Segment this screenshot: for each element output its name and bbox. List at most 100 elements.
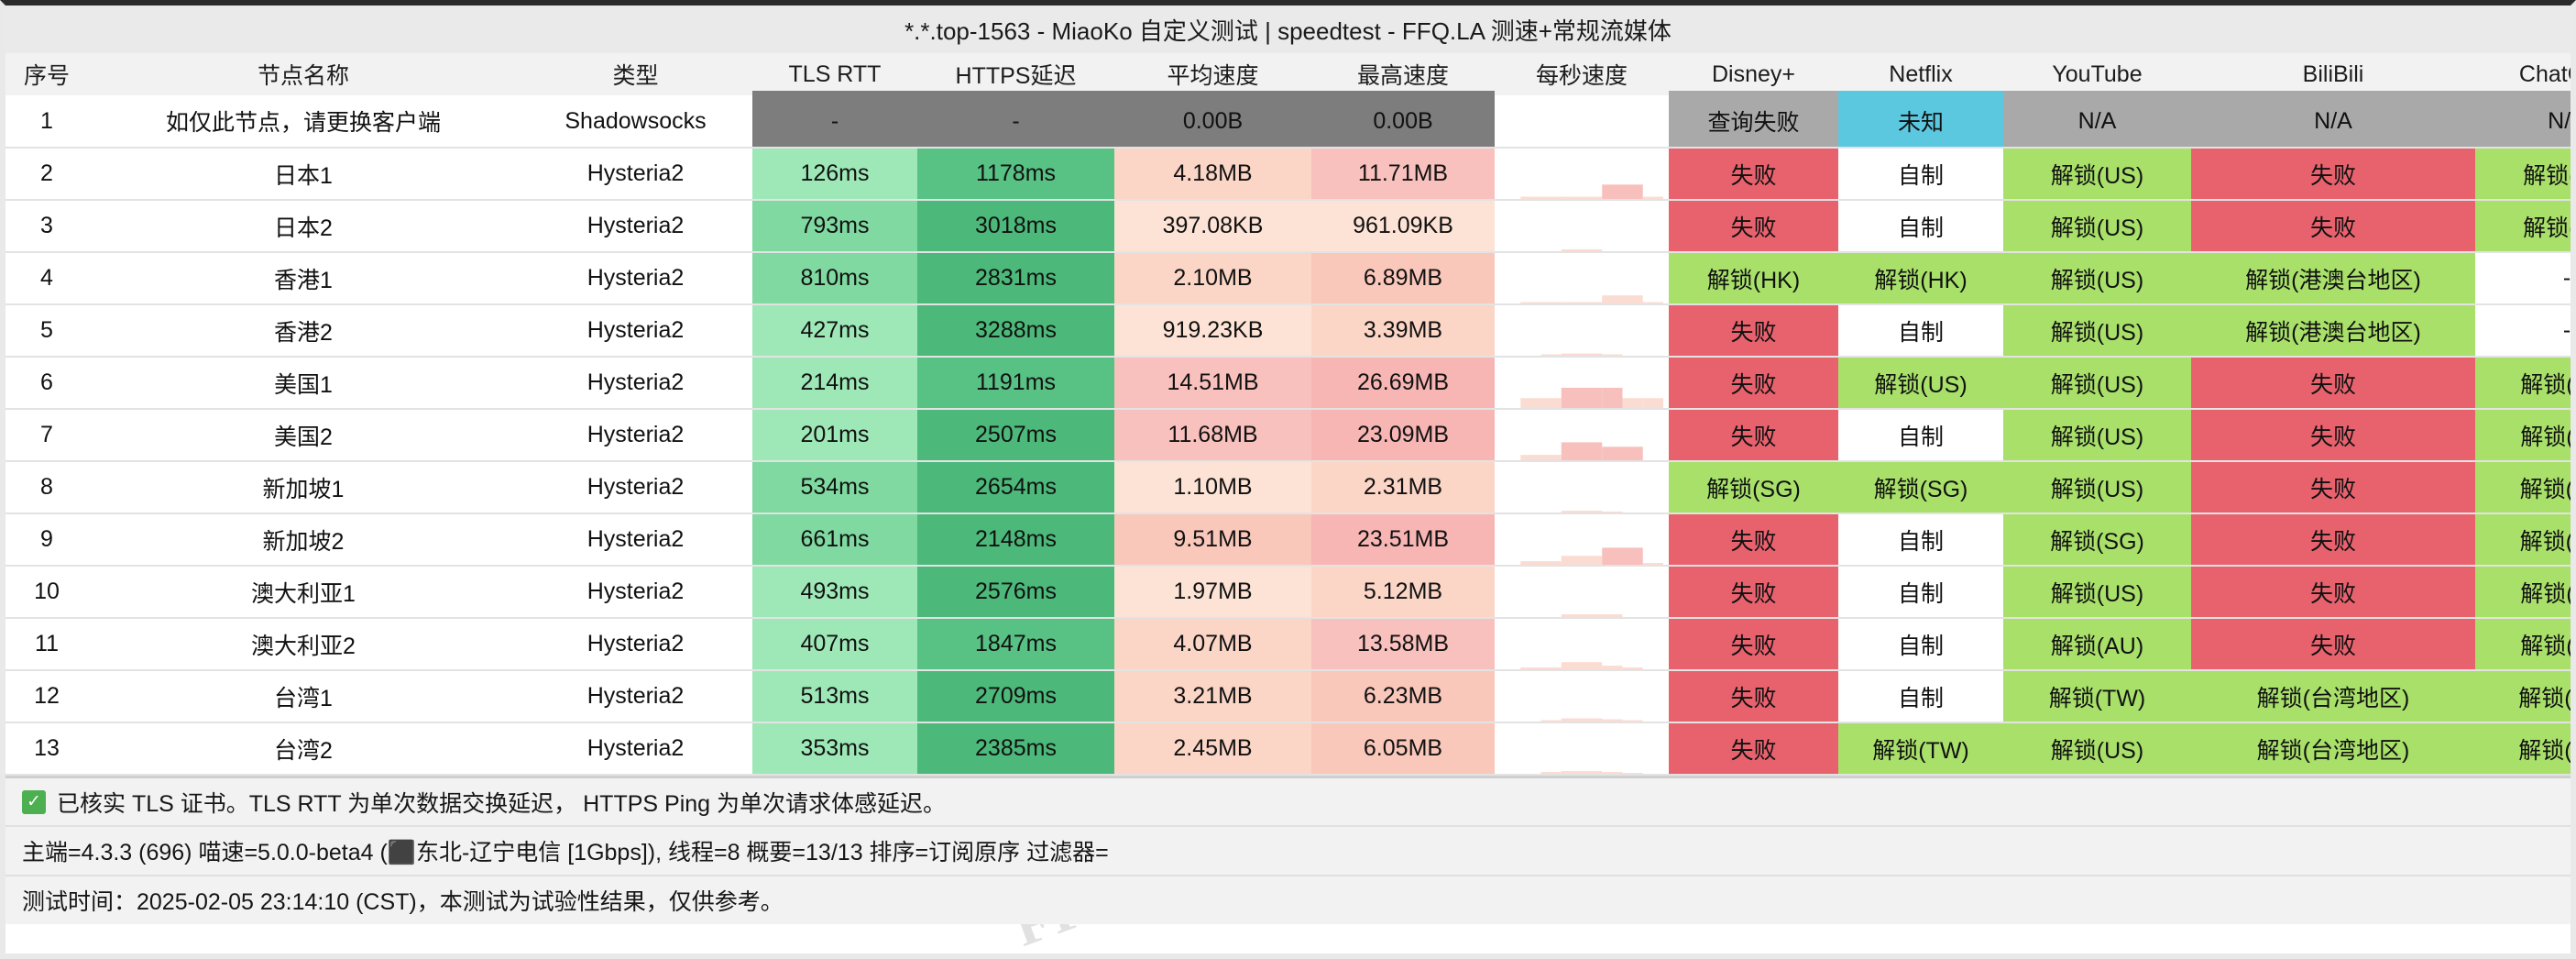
cell-index: 13 [5, 722, 88, 776]
per-second-sparkline [1500, 96, 1663, 147]
cell-chatgpt: 解锁(TW) [2475, 670, 2571, 723]
column-header-disney[interactable]: Disney+ [1669, 53, 1838, 95]
column-header-youtube[interactable]: YouTube [2003, 53, 2191, 95]
cell-https-latency: 3018ms [917, 200, 1114, 253]
cell-https-latency: 2709ms [917, 670, 1114, 723]
column-header-max-speed[interactable]: 最高速度 [1311, 53, 1495, 95]
cell-bilibili: 失败 [2191, 461, 2475, 514]
cell-https-latency: 2385ms [917, 722, 1114, 776]
cell-per-second-sparkline [1495, 148, 1669, 201]
cell-netflix: 解锁(TW) [1838, 722, 2003, 776]
cell-netflix: 自制 [1838, 304, 2003, 358]
cell-chatgpt: - [2475, 252, 2571, 305]
cell-node-name: 美国1 [88, 357, 519, 410]
cell-node-name: 澳大利亚1 [88, 566, 519, 619]
cell-per-second-sparkline [1495, 513, 1669, 567]
cell-index: 4 [5, 252, 88, 305]
cell-index: 12 [5, 670, 88, 723]
cell-max-speed: 3.39MB [1311, 304, 1495, 358]
cell-disney: 失败 [1669, 148, 1838, 201]
cell-disney: 解锁(SG) [1669, 461, 1838, 514]
cell-per-second-sparkline [1495, 95, 1669, 149]
cell-max-speed: 6.05MB [1311, 722, 1495, 776]
per-second-sparkline [1520, 547, 1663, 564]
cell-index: 2 [5, 148, 88, 201]
cell-bilibili: 失败 [2191, 513, 2475, 567]
per-second-sparkline [1561, 511, 1603, 512]
cell-youtube: 解锁(SG) [2003, 513, 2191, 567]
cell-disney: 查询失败 [1669, 95, 1838, 149]
table-row[interactable]: 12 台湾1 Hysteria2 513ms 2709ms 3.21MB 6.23MB 失败自… [5, 670, 2571, 723]
cell-node-name: 香港2 [88, 304, 519, 358]
cell-https-latency: 2507ms [917, 409, 1114, 462]
column-header-node-name[interactable]: 节点名称 [88, 53, 519, 95]
cell-index: 5 [5, 304, 88, 358]
cell-index: 10 [5, 566, 88, 619]
cell-bilibili: 失败 [2191, 566, 2475, 619]
per-second-sparkline [1540, 353, 1623, 355]
column-header-chatgpt[interactable]: ChatGPT [2475, 53, 2571, 95]
table-row[interactable]: 8 新加坡1 Hysteria2 534ms 2654ms 1.10MB 2.31MB 解锁(… [5, 461, 2571, 514]
table-row[interactable]: 6 美国1 Hysteria2 214ms 1191ms 14.51MB 26.69MB 失败… [5, 357, 2571, 410]
table-row[interactable]: 4 香港1 Hysteria2 810ms 2831ms 2.10MB 6.89MB 解锁(H… [5, 252, 2571, 305]
cell-avg-speed: 2.10MB [1114, 252, 1311, 305]
cell-index: 9 [5, 513, 88, 567]
table-row[interactable]: 5 香港2 Hysteria2 427ms 3288ms 919.23KB 3.39MB 失败… [5, 304, 2571, 358]
table-row[interactable]: 1 如仅此节点，请更换客户端 Shadowsocks - -0.00B 0.00B 查询失败… [5, 95, 2571, 149]
per-second-sparkline [1561, 614, 1623, 616]
table-row[interactable]: 3 日本2 Hysteria2 793ms 3018ms 397.08KB 961.09KB… [5, 200, 2571, 253]
cell-netflix: 自制 [1838, 200, 2003, 253]
cell-youtube: 解锁(US) [2003, 252, 2191, 305]
column-header-https-latency[interactable]: HTTPS延迟 [917, 53, 1114, 95]
cell-per-second-sparkline [1495, 722, 1669, 776]
cell-avg-speed: 3.21MB [1114, 670, 1311, 723]
cell-node-name: 美国2 [88, 409, 519, 462]
cell-bilibili: 失败 [2191, 148, 2475, 201]
cell-netflix: 解锁(HK) [1838, 252, 2003, 305]
cell-index: 7 [5, 409, 88, 462]
column-header-index[interactable]: 序号 [5, 53, 88, 95]
column-header-tls-rtt[interactable]: TLS RTT [752, 53, 917, 95]
cell-node-type: Hysteria2 [519, 513, 752, 567]
cell-tls-rtt: 793ms [752, 200, 917, 253]
table-row[interactable]: 7 美国2 Hysteria2 201ms 2507ms 11.68MB 23.09MB 失败… [5, 409, 2571, 462]
column-header-avg-speed[interactable]: 平均速度 [1114, 53, 1311, 95]
cell-youtube: 解锁(US) [2003, 722, 2191, 776]
cell-chatgpt: 解锁(TW) [2475, 722, 2571, 776]
cell-youtube: 解锁(US) [2003, 148, 2191, 201]
table-row[interactable]: 13 台湾2 Hysteria2 353ms 2385ms 2.45MB 6.05MB 失败解… [5, 722, 2571, 776]
cell-node-name: 新加坡1 [88, 461, 519, 514]
cell-index: 3 [5, 200, 88, 253]
cell-node-type: Hysteria2 [519, 618, 752, 671]
cell-tls-rtt: 201ms [752, 409, 917, 462]
window-title: *.*.top-1563 - MiaoKo 自定义测试 | speedtest … [904, 17, 1672, 45]
cell-chatgpt: 解锁(US) [2475, 409, 2571, 462]
cell-disney: 失败 [1669, 722, 1838, 776]
cell-tls-rtt: 534ms [752, 461, 917, 514]
cell-per-second-sparkline [1495, 618, 1669, 671]
cell-chatgpt: 解锁(US) [2475, 357, 2571, 410]
column-header-type[interactable]: 类型 [519, 53, 752, 95]
cell-netflix: 解锁(US) [1838, 357, 2003, 410]
cell-chatgpt: N/A [2475, 95, 2571, 149]
cell-per-second-sparkline [1495, 409, 1669, 462]
column-header-netflix[interactable]: Netflix [1838, 53, 2003, 95]
column-header-per-second[interactable]: 每秒速度 [1495, 53, 1669, 95]
table-row[interactable]: 11 澳大利亚2 Hysteria2 407ms 1847ms 4.07MB 13.58MB… [5, 618, 2571, 671]
cell-max-speed: 26.69MB [1311, 357, 1495, 410]
column-header-bilibili[interactable]: BiliBili [2191, 53, 2475, 95]
cell-chatgpt: 解锁(JP) [2475, 148, 2571, 201]
per-second-sparkline [1540, 771, 1623, 773]
table-row[interactable]: 10 澳大利亚1 Hysteria2 493ms 2576ms 1.97MB 5.12MB 失… [5, 566, 2571, 619]
speedtest-window: FFQ.LA Public Test Center FFQ.LA Public … [0, 0, 2576, 959]
cell-per-second-sparkline [1495, 461, 1669, 514]
cell-per-second-sparkline [1495, 566, 1669, 619]
cell-max-speed: 23.09MB [1311, 409, 1495, 462]
table-row[interactable]: 9 新加坡2 Hysteria2 661ms 2148ms 9.51MB 23.51MB 失败… [5, 513, 2571, 567]
cell-max-speed: 6.23MB [1311, 670, 1495, 723]
cell-tls-rtt: 353ms [752, 722, 917, 776]
table-row[interactable]: 2 日本1 Hysteria2 126ms 1178ms 4.18MB 11.71MB 失败自… [5, 148, 2571, 201]
cell-node-type: Hysteria2 [519, 200, 752, 253]
cell-tls-rtt: 493ms [752, 566, 917, 619]
cell-tls-rtt: 427ms [752, 304, 917, 358]
